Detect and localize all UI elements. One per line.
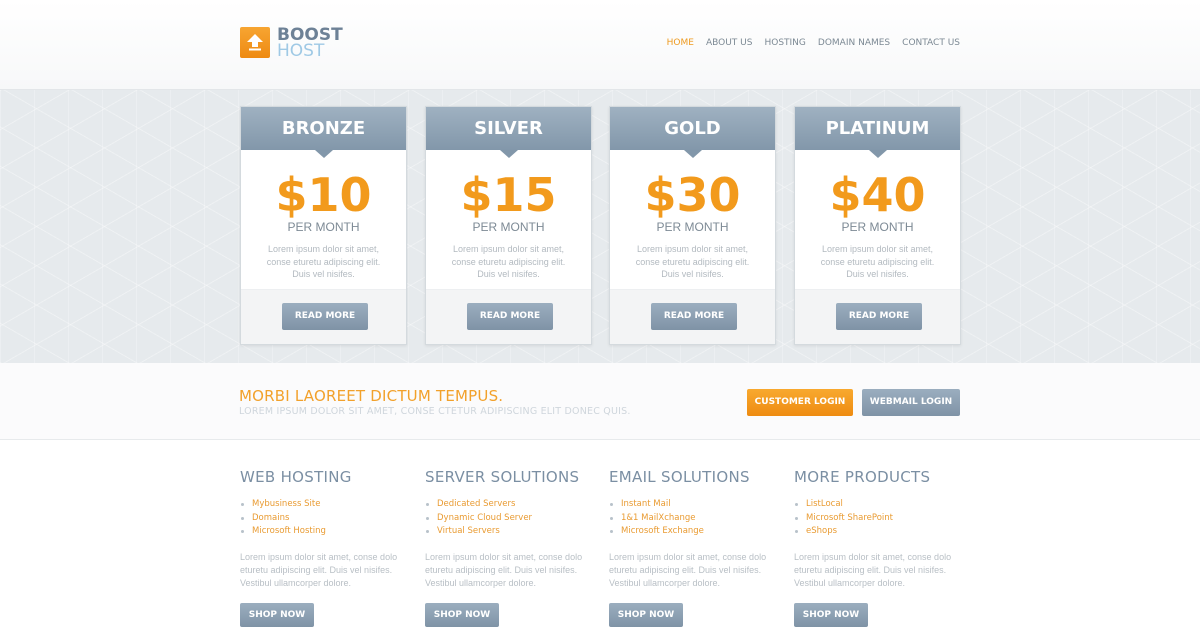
plan-period: PER MONTH [841, 220, 914, 234]
product-link[interactable]: Dynamic Cloud Server [425, 512, 595, 526]
plan-price: $30 [644, 168, 741, 222]
plan-description: Lorem ipsum dolor sit amet, conse eturet… [820, 244, 935, 279]
nav-item-contact-us[interactable]: CONTACT US [902, 38, 960, 48]
read-more-button[interactable]: READ MORE [467, 303, 553, 330]
pricing-band [0, 90, 1200, 363]
product-links: Mybusiness Site Domains Microsoft Hostin… [240, 498, 410, 539]
product-title: WEB HOSTING [240, 468, 352, 486]
plan-footer: READ MORE [610, 289, 775, 344]
plan-card-gold: GOLD $30 PER MONTH Lorem ipsum dolor sit… [609, 106, 776, 345]
product-title: MORE PRODUCTS [794, 468, 931, 486]
product-link[interactable]: Dedicated Servers [425, 498, 595, 512]
product-description: Lorem ipsum dolor sit amet, conse dolo e… [240, 551, 398, 588]
product-links: Dedicated Servers Dynamic Cloud Server V… [425, 498, 595, 539]
plan-footer: READ MORE [795, 289, 960, 344]
product-links: Instant Mail 1&1 MailXchange Microsoft E… [609, 498, 779, 539]
plan-card-silver: SILVER $15 PER MONTH Lorem ipsum dolor s… [425, 106, 592, 345]
upload-arrow-icon [240, 27, 270, 58]
read-more-button[interactable]: READ MORE [836, 303, 922, 330]
read-more-button[interactable]: READ MORE [651, 303, 737, 330]
plan-period: PER MONTH [287, 220, 360, 234]
plan-price: $15 [460, 168, 557, 222]
main-nav: HOME ABOUT US HOSTING DOMAIN NAMES CONTA… [667, 38, 960, 48]
product-title: EMAIL SOLUTIONS [609, 468, 750, 486]
plan-card-platinum: PLATINUM $40 PER MONTH Lorem ipsum dolor… [794, 106, 961, 345]
product-email-solutions: EMAIL SOLUTIONS Instant Mail 1&1 MailXch… [609, 468, 779, 627]
product-web-hosting: WEB HOSTING Mybusiness Site Domains Micr… [240, 468, 410, 627]
read-more-button[interactable]: READ MORE [282, 303, 368, 330]
product-link[interactable]: Microsoft SharePoint [794, 512, 964, 526]
plan-price: $10 [275, 168, 372, 222]
plan-name: SILVER [426, 107, 591, 158]
nav-item-home[interactable]: HOME [667, 38, 694, 48]
shop-now-button[interactable]: SHOP NOW [240, 602, 314, 627]
product-link[interactable]: Microsoft Exchange [609, 525, 779, 539]
plan-description: Lorem ipsum dolor sit amet, conse eturet… [451, 244, 566, 279]
product-description: Lorem ipsum dolor sit amet, conse dolo e… [425, 551, 583, 588]
cta-band: MORBI LAOREET DICTUM TEMPUS. LOREM IPSUM… [0, 363, 1200, 440]
product-link[interactable]: Domains [240, 512, 410, 526]
product-link[interactable]: 1&1 MailXchange [609, 512, 779, 526]
plan-name: BRONZE [241, 107, 406, 158]
customer-login-button[interactable]: CUSTOMER LOGIN [747, 389, 853, 416]
product-link[interactable]: Microsoft Hosting [240, 525, 410, 539]
logo-line-2: HOST [277, 41, 325, 61]
nav-item-about-us[interactable]: ABOUT US [706, 38, 753, 48]
product-links: ListLocal Microsoft SharePoint eShops [794, 498, 964, 539]
nav-item-domain-names[interactable]: DOMAIN NAMES [818, 38, 890, 48]
plan-price: $40 [829, 168, 926, 222]
plan-card-bronze: BRONZE $10 PER MONTH Lorem ipsum dolor s… [240, 106, 407, 345]
shop-now-button[interactable]: SHOP NOW [794, 602, 868, 627]
product-link[interactable]: eShops [794, 525, 964, 539]
product-description: Lorem ipsum dolor sit amet, conse dolo e… [794, 551, 952, 588]
logo-text: BOOST HOST [277, 27, 343, 61]
plan-footer: READ MORE [241, 289, 406, 344]
plan-description: Lorem ipsum dolor sit amet, conse eturet… [635, 244, 750, 279]
product-link[interactable]: Instant Mail [609, 498, 779, 512]
plan-name: PLATINUM [795, 107, 960, 158]
plan-footer: READ MORE [426, 289, 591, 344]
plan-period: PER MONTH [656, 220, 729, 234]
shop-now-button[interactable]: SHOP NOW [609, 602, 683, 627]
product-server-solutions: SERVER SOLUTIONS Dedicated Servers Dynam… [425, 468, 595, 627]
nav-item-hosting[interactable]: HOSTING [764, 38, 805, 48]
product-link[interactable]: Virtual Servers [425, 525, 595, 539]
webmail-login-button[interactable]: WEBMAIL LOGIN [862, 389, 960, 416]
product-title: SERVER SOLUTIONS [425, 468, 580, 486]
product-description: Lorem ipsum dolor sit amet, conse dolo e… [609, 551, 767, 588]
plan-name: GOLD [610, 107, 775, 158]
site-header: BOOST HOST HOME ABOUT US HOSTING DOMAIN … [0, 0, 1200, 90]
cta-title: MORBI LAOREET DICTUM TEMPUS. [239, 387, 504, 405]
cta-subtitle: LOREM IPSUM DOLOR SIT AMET, CONSE CTETUR… [239, 406, 631, 417]
plan-description: Lorem ipsum dolor sit amet, conse eturet… [266, 244, 381, 279]
logo[interactable]: BOOST HOST [240, 27, 343, 61]
plan-period: PER MONTH [472, 220, 545, 234]
product-more-products: MORE PRODUCTS ListLocal Microsoft ShareP… [794, 468, 964, 627]
shop-now-button[interactable]: SHOP NOW [425, 602, 499, 627]
product-link[interactable]: Mybusiness Site [240, 498, 410, 512]
product-link[interactable]: ListLocal [794, 498, 964, 512]
